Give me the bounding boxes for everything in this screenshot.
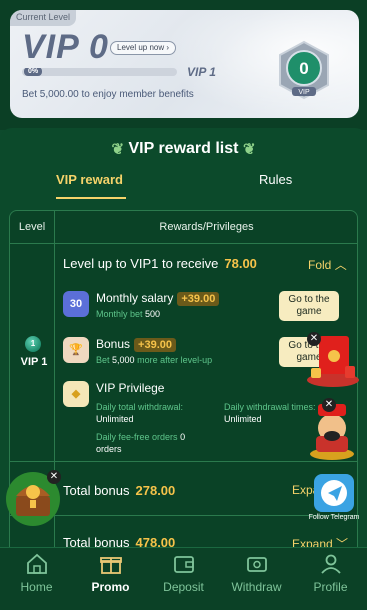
- nav-home[interactable]: Home: [0, 552, 73, 594]
- tab-vip-reward[interactable]: VIP reward: [56, 172, 123, 187]
- nav-deposit[interactable]: Deposit: [147, 552, 220, 594]
- reward-name: Monthly salary +39.00: [96, 291, 220, 306]
- nav-label: Promo: [91, 580, 130, 594]
- nav-promo[interactable]: Promo: [74, 552, 147, 594]
- tab-rules[interactable]: Rules: [259, 172, 292, 187]
- level-up-now-button[interactable]: Level up now ›: [110, 41, 177, 55]
- profile-icon: [320, 554, 341, 574]
- home-icon: [26, 553, 47, 574]
- red-envelope-widget[interactable]: ✕: [305, 330, 361, 388]
- privilege-name: VIP Privilege: [96, 381, 165, 395]
- nav-withdraw[interactable]: Withdraw: [220, 552, 293, 594]
- vip-status-card: Current Level VIP 0 Level up now › 0% VI…: [10, 10, 359, 118]
- fortune-god-widget[interactable]: ✕: [302, 398, 362, 462]
- privilege-unit: orders: [96, 444, 122, 454]
- reward-name-text: Monthly salary: [96, 291, 174, 305]
- nav-label: Deposit: [163, 580, 204, 594]
- level-up-label: Level up now: [117, 43, 165, 52]
- level-name: VIP 1: [20, 356, 48, 368]
- progress-percent: 0%: [24, 68, 43, 76]
- privilege-value: 0: [180, 432, 186, 442]
- privilege-label: Daily total withdrawal:: [96, 402, 184, 412]
- current-vip-level: VIP 0: [22, 28, 109, 66]
- fold-toggle[interactable]: Fold ︿: [308, 256, 347, 273]
- withdraw-icon: [246, 557, 267, 572]
- laurel-right-icon: ❦: [242, 141, 256, 158]
- level-cell-vip1: 1 VIP 1: [10, 243, 54, 459]
- bet-suffix: to enjoy member benefits: [81, 89, 194, 100]
- level-up-reward-title: Level up to VIP1 to receive 78.00: [63, 256, 257, 271]
- close-icon[interactable]: ✕: [47, 470, 61, 484]
- level-progress-bar: 0%: [22, 68, 177, 76]
- laurel-left-icon: ❦: [111, 141, 125, 158]
- condition-value: 500: [145, 309, 161, 319]
- daily-fee-free-orders: Daily fee-free orders 0 orders: [96, 431, 185, 455]
- header-level: Level: [18, 221, 46, 233]
- telegram-icon: [314, 474, 354, 512]
- total-bonus-label: Total bonus: [63, 483, 130, 498]
- privilege-value: Unlimited: [96, 414, 134, 424]
- nav-label: Profile: [313, 580, 348, 594]
- telegram-label: Follow Telegram: [308, 514, 360, 521]
- reward-name-text: Bonus: [96, 337, 131, 351]
- privilege-label: Daily fee-free orders: [96, 432, 178, 442]
- bet-requirement: Bet 5,000.00 to enjoy member benefits: [22, 89, 194, 100]
- bet-prefix: Bet: [22, 89, 38, 100]
- reward-condition: Bet 5,000 more after level-up: [96, 355, 212, 365]
- level-number-icon: 1: [25, 336, 41, 352]
- nav-label: Withdraw: [231, 580, 282, 594]
- wallet-icon: [173, 556, 194, 573]
- reward-condition: Monthly bet 500: [96, 309, 160, 319]
- nav-label: Home: [20, 580, 53, 594]
- level-up-amount: 78.00: [224, 256, 257, 271]
- badge-number: 0: [299, 59, 308, 78]
- calendar-icon: 30: [63, 291, 89, 317]
- condition-label: Bet: [96, 355, 110, 365]
- reward-name: Bonus +39.00: [96, 337, 176, 352]
- reward-value: +39.00: [134, 338, 176, 352]
- reward-value: +39.00: [177, 292, 220, 306]
- bottom-navigation: Home Promo Deposit Withdraw Profile: [0, 547, 367, 610]
- fold-label: Fold: [308, 258, 332, 272]
- nav-profile[interactable]: Profile: [294, 552, 367, 594]
- bet-amount: 5,000.00: [39, 89, 79, 100]
- condition-value: 5,000: [112, 355, 135, 365]
- follow-telegram-widget[interactable]: Follow Telegram: [306, 474, 362, 526]
- chevron-up-icon: ︿: [334, 258, 347, 272]
- diamond-icon: ◆: [63, 381, 89, 407]
- section-title-text: VIP reward list: [128, 140, 239, 158]
- level-up-title-text: Level up to VIP1 to receive: [63, 256, 219, 271]
- reward-tabs: VIP reward Rules: [0, 172, 367, 202]
- chevron-right-icon: ›: [166, 43, 170, 52]
- go-to-game-button[interactable]: Go to the game: [279, 291, 339, 321]
- active-tab-indicator: [56, 197, 126, 199]
- vip-badge-icon: 0 VIP: [279, 40, 329, 100]
- gift-icon: [99, 557, 122, 574]
- next-vip-level: VIP 1: [187, 65, 216, 79]
- total-bonus-amount: 278.00: [135, 483, 176, 498]
- treasure-chest-widget[interactable]: ✕: [4, 470, 62, 528]
- section-title: ❦ VIP reward list ❦: [0, 140, 367, 158]
- header-rewards: Rewards/Privileges: [159, 221, 254, 233]
- close-icon[interactable]: ✕: [322, 398, 336, 412]
- total-bonus-row: Total bonus 278.00: [63, 483, 175, 498]
- daily-total-withdrawal: Daily total withdrawal: Unlimited: [96, 401, 183, 425]
- trophy-icon: 🏆: [63, 337, 89, 363]
- header-divider: [10, 243, 357, 244]
- condition-label: Monthly bet: [96, 309, 143, 319]
- current-level-tag: Current Level: [10, 10, 77, 26]
- badge-label: VIP: [298, 89, 310, 96]
- close-icon[interactable]: ✕: [307, 332, 321, 346]
- condition-suffix: more after level-up: [137, 355, 213, 365]
